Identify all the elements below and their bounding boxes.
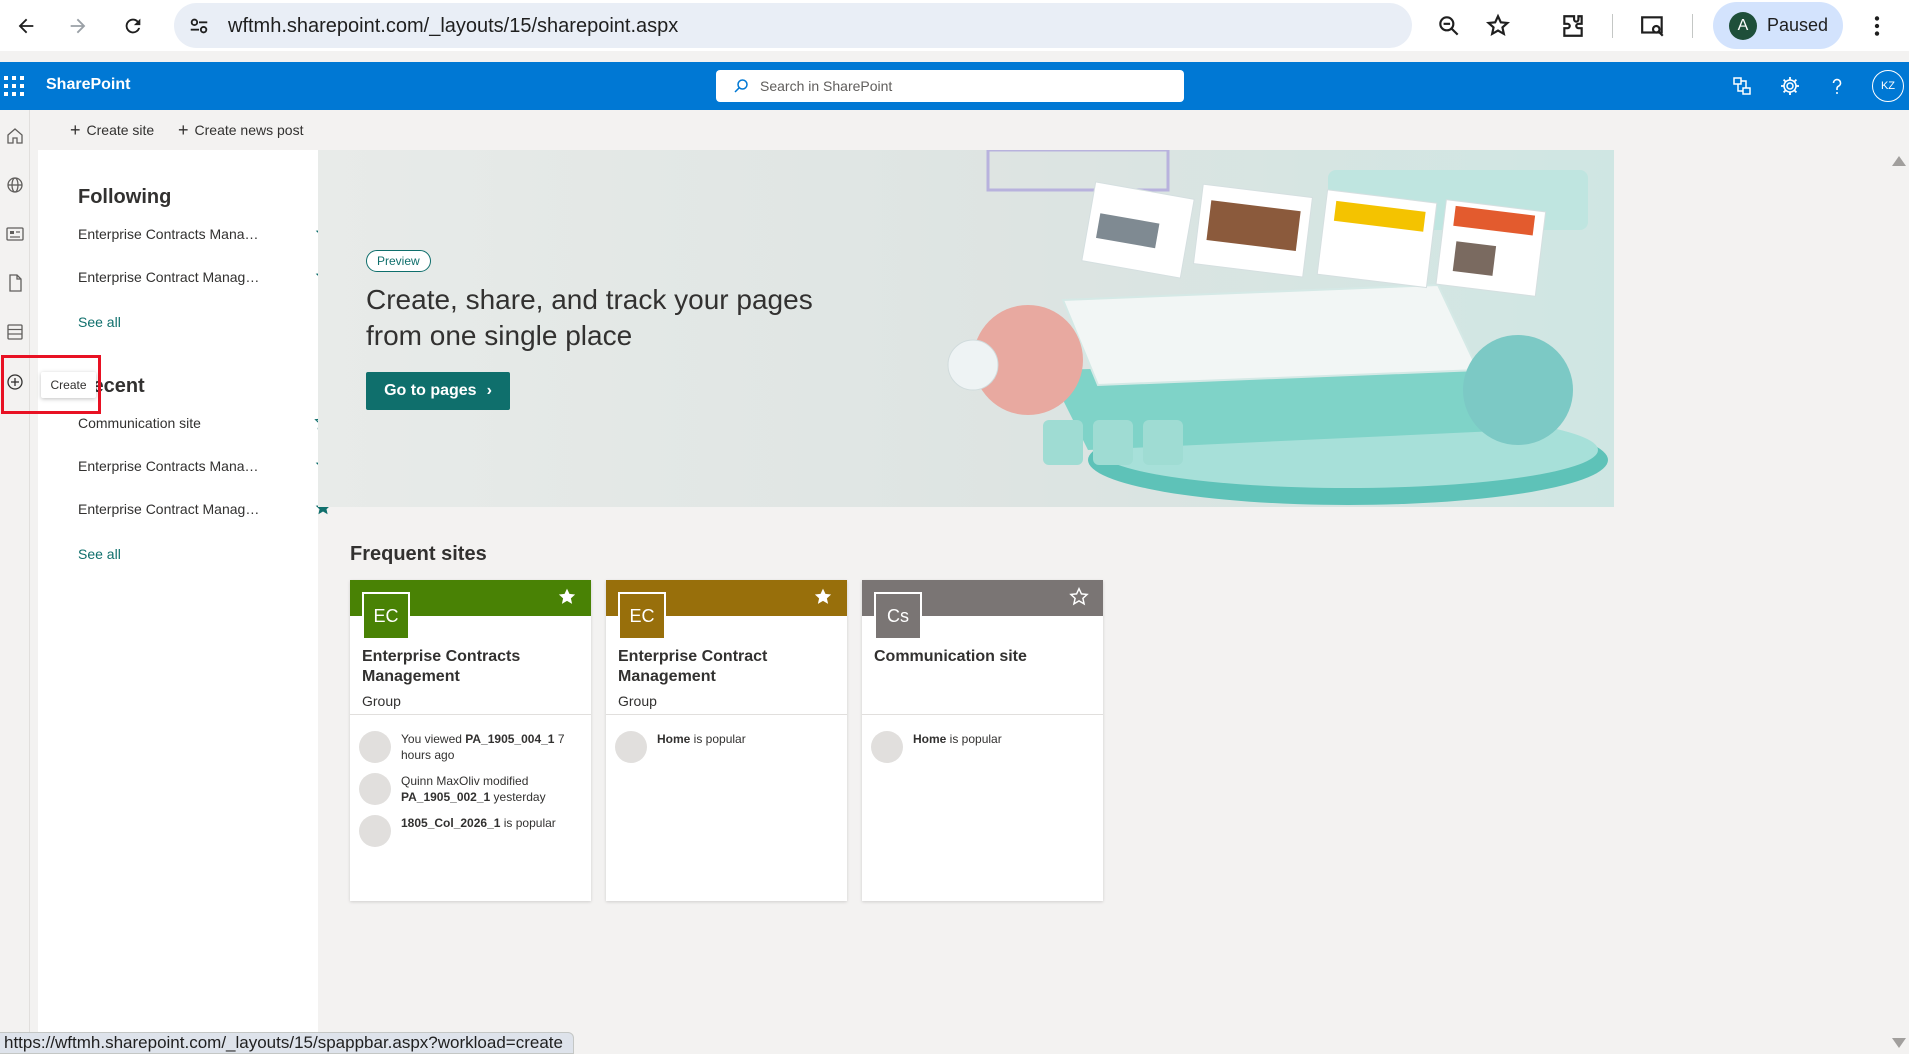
zoom-icon[interactable] [1436, 13, 1462, 39]
chevron-right-icon: › [486, 382, 492, 399]
arrow-left-icon [18, 18, 34, 34]
search-input[interactable]: Search in SharePoint [716, 70, 1184, 102]
card-divider [350, 714, 591, 715]
activity-text: You viewed PA_1905_004_1 7 hours ago [401, 732, 565, 762]
following-item[interactable]: Enterprise Contract Management [78, 265, 331, 289]
site-name[interactable]: Enterprise Contracts Management [362, 647, 582, 687]
star-filled-icon[interactable] [557, 587, 577, 607]
frequent-sites-heading: Frequent sites [350, 543, 487, 565]
hero-banner: Preview Create, share, and track your pa… [318, 150, 1614, 507]
plus-icon: + [178, 120, 189, 140]
star-filled-icon[interactable] [813, 587, 833, 607]
toolbar-separator [1692, 14, 1693, 38]
plus-icon: + [70, 120, 81, 140]
trending-icon [871, 731, 903, 763]
site-card[interactable]: Cs Communication site Home is popular [862, 580, 1103, 901]
reload-icon [125, 18, 141, 34]
suite-bar: SharePoint Search in SharePoint KZ [0, 62, 1909, 110]
following-heading: Following [78, 186, 172, 208]
person-icon [359, 773, 391, 805]
more-vert-icon[interactable] [1864, 13, 1890, 39]
activity-text: Home is popular [657, 732, 746, 746]
site-name[interactable]: Enterprise Contract Management [618, 647, 838, 687]
preview-badge: Preview [366, 250, 431, 272]
reload-button[interactable] [113, 6, 153, 46]
recent-item-label: Communication site [78, 415, 201, 431]
url-text[interactable]: wftmh.sharepoint.com/_layouts/15/sharepo… [228, 15, 678, 38]
browser-toolbar: wftmh.sharepoint.com/_layouts/15/sharepo… [0, 0, 1909, 51]
globe-icon[interactable] [5, 175, 25, 195]
site-settings-icon[interactable] [188, 15, 210, 37]
site-initials-badge: EC [618, 592, 666, 640]
tab-search-icon[interactable] [1640, 13, 1666, 39]
card-divider [862, 714, 1103, 715]
trending-icon [615, 731, 647, 763]
following-item-label: Enterprise Contracts Management [78, 226, 264, 242]
scroll-down-arrow[interactable] [1892, 1038, 1906, 1048]
create-site-button[interactable]: + Create site [70, 120, 155, 140]
extensions-icon[interactable] [1560, 13, 1586, 39]
recent-see-all-link[interactable]: See all [78, 546, 121, 562]
recent-item[interactable]: Enterprise Contracts Management [78, 454, 331, 478]
create-site-label: Create site [86, 122, 155, 138]
news-icon[interactable] [5, 224, 25, 244]
home-icon[interactable] [5, 126, 25, 146]
help-icon[interactable] [1826, 75, 1848, 97]
recent-item-label: Enterprise Contracts Management [78, 458, 264, 474]
site-card[interactable]: EC Enterprise Contract Management Group … [606, 580, 847, 901]
card-divider [606, 714, 847, 715]
profile-button[interactable]: A Paused [1713, 2, 1843, 49]
create-news-post-label: Create news post [194, 122, 304, 138]
hero-title: Create, share, and track your pages from… [366, 284, 813, 351]
go-to-pages-button[interactable]: Go to pages › [366, 372, 510, 410]
brand-title[interactable]: SharePoint [46, 76, 130, 94]
file-icon[interactable] [5, 273, 25, 293]
site-kind: Group [362, 693, 401, 709]
arrow-right-icon [70, 18, 86, 34]
recent-item-label: Enterprise Contract Management [78, 501, 264, 517]
activity-text: Quinn MaxOliv modified PA_1905_002_1 yes… [401, 774, 546, 804]
recent-item[interactable]: Communication site [78, 411, 332, 435]
go-to-pages-label: Go to pages [384, 382, 477, 399]
search-icon [734, 79, 748, 93]
site-card[interactable]: EC Enterprise Contracts Management Group… [350, 580, 591, 901]
star-outline-icon[interactable] [1069, 587, 1089, 607]
site-initials-badge: EC [362, 592, 410, 640]
hero-illustration [947, 150, 1608, 505]
profile-status: Paused [1767, 15, 1829, 35]
following-item-label: Enterprise Contract Management [78, 269, 264, 285]
address-bar[interactable]: wftmh.sharepoint.com/_layouts/15/sharepo… [174, 3, 1412, 48]
site-name[interactable]: Communication site [874, 647, 1094, 667]
bookmark-star-icon[interactable] [1485, 13, 1511, 39]
back-button[interactable] [6, 6, 46, 46]
link-status-bar: https://wftmh.sharepoint.com/_layouts/15… [0, 1032, 574, 1054]
profile-avatar: A [1729, 11, 1757, 40]
activity-text: Home is popular [913, 732, 1002, 746]
page-scrollbar[interactable] [1886, 150, 1909, 1054]
command-bar: + Create site + Create news post [30, 110, 1909, 150]
app-launcher-icon[interactable] [4, 76, 24, 96]
create-tooltip: Create [41, 372, 96, 398]
site-initials-badge: Cs [874, 592, 922, 640]
user-avatar[interactable]: KZ [1872, 70, 1904, 102]
scroll-up-arrow[interactable] [1892, 156, 1906, 166]
gear-icon[interactable] [1779, 75, 1801, 97]
app-bar [0, 110, 30, 1054]
following-see-all-link[interactable]: See all [78, 314, 121, 330]
search-placeholder: Search in SharePoint [760, 78, 893, 94]
site-kind: Group [618, 693, 657, 709]
following-item[interactable]: Enterprise Contracts Management [78, 222, 331, 246]
activity-text: 1805_Col_2026_1 is popular [401, 816, 556, 830]
share-network-icon[interactable] [1731, 75, 1753, 97]
person-icon [359, 731, 391, 763]
left-nav-panel: Following Enterprise Contracts Managemen… [38, 150, 332, 1035]
create-news-post-button[interactable]: + Create news post [178, 120, 304, 140]
list-icon[interactable] [5, 322, 25, 342]
trending-icon [359, 815, 391, 847]
forward-button[interactable] [58, 6, 98, 46]
recent-item[interactable]: Enterprise Contract Management [78, 497, 331, 521]
toolbar-separator [1612, 14, 1613, 38]
